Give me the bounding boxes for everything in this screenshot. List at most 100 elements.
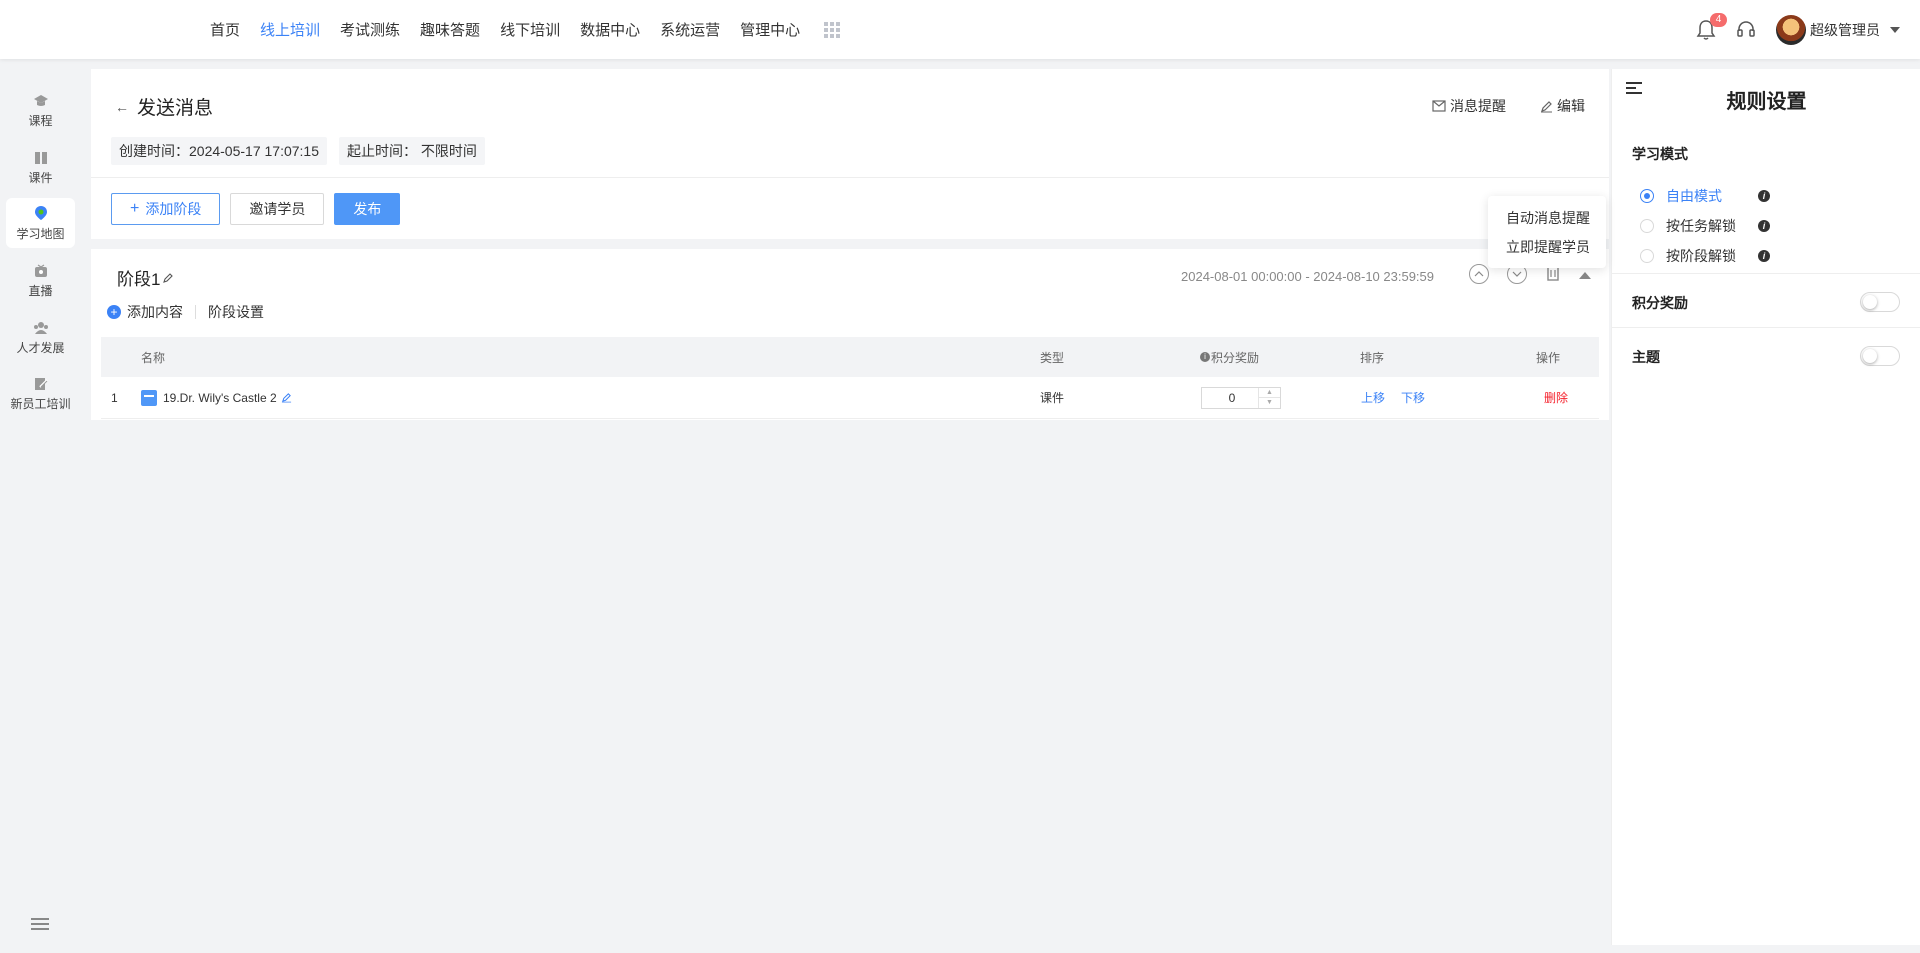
col-points: i 积分奖励	[1200, 337, 1259, 377]
add-stage-label: 添加阶段	[145, 201, 202, 217]
back-row: ← 发送消息	[115, 93, 213, 120]
nav-item-quiz[interactable]: 趣味答题	[420, 19, 480, 40]
add-content-link[interactable]: 添加内容	[127, 302, 183, 322]
period-time-label: 起止时间：	[347, 143, 417, 159]
avatar[interactable]	[1776, 14, 1806, 45]
period-time: 起止时间： 不限时间	[339, 137, 485, 165]
headset-icon[interactable]	[1736, 19, 1758, 41]
row-type: 课件	[1040, 391, 1065, 405]
radio-circle	[1640, 219, 1654, 233]
points-reward-toggle[interactable]	[1860, 292, 1900, 312]
add-circle-icon[interactable]: +	[107, 305, 121, 319]
add-stage-button[interactable]: + 添加阶段	[111, 193, 221, 225]
move-stage-up-button[interactable]	[1469, 263, 1489, 284]
move-up-link[interactable]: 上移	[1361, 389, 1385, 406]
nav-item-home[interactable]: 首页	[210, 19, 240, 40]
move-down-link[interactable]: 下移	[1401, 389, 1425, 406]
theme-toggle[interactable]	[1860, 346, 1900, 366]
rules-panel: 规则设置 学习模式 自由模式 i 按任务解锁 i 按阶段解锁 i 积分奖励 主题	[1611, 69, 1920, 945]
notification-badge: 4	[1710, 12, 1727, 27]
row-name-text: 19.Dr. Wily's Castle 2	[163, 390, 277, 405]
row-points: 0 ▲ ▼	[1201, 377, 1281, 418]
message-reminder-dropdown: 自动消息提醒 立即提醒学员	[1488, 196, 1606, 268]
nav-item-operations[interactable]: 系统运营	[660, 19, 720, 40]
caret-up-icon	[1579, 271, 1591, 279]
pencil-icon[interactable]	[162, 272, 174, 284]
mode-task-unlock-radio[interactable]: 按任务解锁 i	[1640, 216, 1770, 236]
auto-reminder-option[interactable]: 自动消息提醒	[1488, 204, 1606, 233]
col-type: 类型	[1040, 350, 1065, 365]
created-time-value: 2024-05-17 17:07:15	[189, 143, 319, 159]
chevron-down-icon[interactable]	[1890, 26, 1900, 33]
publish-button[interactable]: 发布	[334, 193, 401, 225]
pencil-icon	[1541, 100, 1552, 112]
apps-grid-icon[interactable]	[824, 21, 841, 38]
people-icon	[33, 321, 48, 334]
top-right-tools: 4 超级管理员	[1696, 0, 1900, 59]
separator	[195, 305, 196, 319]
chevron-up-icon	[1474, 270, 1484, 276]
edit-label: 编辑	[1557, 98, 1585, 114]
bell-icon[interactable]: 4	[1696, 12, 1727, 41]
remind-now-option[interactable]: 立即提醒学员	[1488, 233, 1606, 262]
courseware-icon	[141, 389, 157, 406]
collapse-menu-icon[interactable]	[31, 917, 49, 931]
left-sidebar: 课程 课件 学习地图 直播 人才发展 新员工培训	[0, 59, 80, 953]
chevron-down-icon	[1512, 271, 1522, 277]
nav-item-data-center[interactable]: 数据中心	[580, 19, 640, 40]
divider	[1612, 273, 1920, 274]
info-icon[interactable]: i	[1758, 220, 1770, 232]
main-nav: 首页 线上培训 考试测练 趣味答题 线下培训 数据中心 系统运营 管理中心	[210, 0, 841, 59]
sidebar-item-live[interactable]: 直播	[6, 256, 75, 306]
mode-free-radio[interactable]: 自由模式 i	[1640, 186, 1770, 206]
sidebar-item-onboarding[interactable]: 新员工培训	[6, 369, 75, 419]
mode-free-label: 自由模式	[1666, 188, 1722, 204]
stage-title: 阶段1	[117, 265, 174, 290]
table-header: 名称 类型 i 积分奖励 排序 操作	[101, 337, 1599, 377]
main-content: ← 发送消息 消息提醒 编辑 创建时间：2024-05-17 17:07:15 …	[91, 69, 1609, 945]
sidebar-item-talent[interactable]: 人才发展	[6, 313, 75, 363]
stage-title-text: 阶段1	[117, 270, 161, 289]
delete-link[interactable]: 删除	[1544, 389, 1568, 406]
points-reward-title: 积分奖励	[1632, 295, 1688, 311]
points-stepper[interactable]: 0 ▲ ▼	[1201, 386, 1281, 409]
sidebar-item-label: 课件	[28, 170, 53, 185]
theme-title: 主题	[1632, 349, 1660, 365]
back-arrow-icon[interactable]: ←	[115, 99, 129, 115]
col-ops: 操作	[1536, 350, 1561, 365]
nav-item-exam[interactable]: 考试测练	[340, 19, 400, 40]
invite-students-button[interactable]: 邀请学员	[230, 193, 325, 225]
increment-icon[interactable]: ▲	[1259, 388, 1280, 398]
col-name: 名称	[141, 350, 166, 365]
nav-item-management[interactable]: 管理中心	[740, 19, 800, 40]
live-icon	[34, 264, 47, 277]
created-time-label: 创建时间：	[119, 143, 189, 159]
mode-stage-unlock-radio[interactable]: 按阶段解锁 i	[1640, 246, 1770, 266]
sidebar-item-label: 课程	[28, 113, 53, 128]
mode-stage-unlock-label: 按阶段解锁	[1666, 248, 1736, 264]
table-row: 1 19.Dr. Wily's Castle 2 课件 0 ▲ ▼ 上移 下移 …	[101, 377, 1599, 419]
sidebar-item-courseware[interactable]: 课件	[6, 143, 75, 193]
created-time: 创建时间：2024-05-17 17:07:15	[111, 137, 327, 165]
user-name[interactable]: 超级管理员	[1810, 20, 1880, 40]
nav-item-offline-training[interactable]: 线下培训	[500, 19, 560, 40]
col-order: 排序	[1360, 350, 1385, 365]
sidebar-item-course[interactable]: 课程	[6, 86, 75, 136]
decrement-icon[interactable]: ▼	[1259, 398, 1280, 408]
edit-button[interactable]: 编辑	[1540, 96, 1585, 116]
stage-card: 阶段1 2024-08-01 00:00:00 - 2024-08-10 23:…	[91, 249, 1609, 420]
message-reminder-label: 消息提醒	[1450, 98, 1506, 114]
info-icon[interactable]: i	[1758, 250, 1770, 262]
top-navbar: 首页 线上培训 考试测练 趣味答题 线下培训 数据中心 系统运营 管理中心 4 …	[0, 0, 1920, 59]
nav-item-online-training[interactable]: 线上培训	[260, 19, 320, 40]
pencil-icon[interactable]	[281, 392, 292, 403]
stage-links: + 添加内容 阶段设置	[107, 302, 264, 322]
divider	[1612, 327, 1920, 328]
graduation-cap-icon	[33, 94, 48, 106]
sidebar-item-learning-map[interactable]: 学习地图	[6, 198, 75, 248]
radio-circle	[1640, 249, 1654, 263]
stage-settings-link[interactable]: 阶段设置	[208, 302, 264, 322]
sidebar-item-label: 新员工培训	[10, 396, 71, 411]
message-reminder-button[interactable]: 消息提醒	[1432, 96, 1506, 116]
info-icon[interactable]: i	[1758, 190, 1770, 202]
